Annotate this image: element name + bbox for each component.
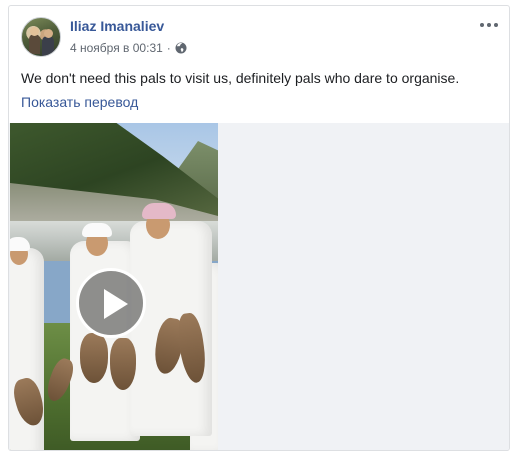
more-dot [487,23,491,27]
video-thumbnail[interactable] [10,123,218,450]
play-button[interactable] [76,268,146,338]
post-timestamp[interactable]: 4 ноября в 00:31 [70,41,163,55]
play-icon [104,289,128,319]
meta-separator: · [166,41,171,55]
author-name-link[interactable]: Iliaz Imanaliev [70,18,164,34]
avatar-figure [29,34,40,54]
scene-bird [80,333,108,383]
post-media [9,123,509,450]
more-options-icon[interactable] [479,18,499,32]
post-text: We don't need this pals to visit us, def… [21,70,460,86]
avatar-figure-head [30,27,39,36]
avatar-figure-head [44,29,53,38]
more-dot [480,23,484,27]
facebook-post: Iliaz Imanaliev 4 ноября в 00:31 · We do… [8,5,510,451]
scene-headscarf [82,223,112,237]
more-dot [494,23,498,27]
avatar-figure [42,36,54,56]
author-avatar[interactable] [21,17,61,57]
see-translation-link[interactable]: Показать перевод [21,94,138,110]
globe-icon[interactable] [175,42,187,54]
scene-bird [110,338,136,390]
post-meta: 4 ноября в 00:31 · [70,41,187,55]
scene-headscarf [142,203,176,219]
